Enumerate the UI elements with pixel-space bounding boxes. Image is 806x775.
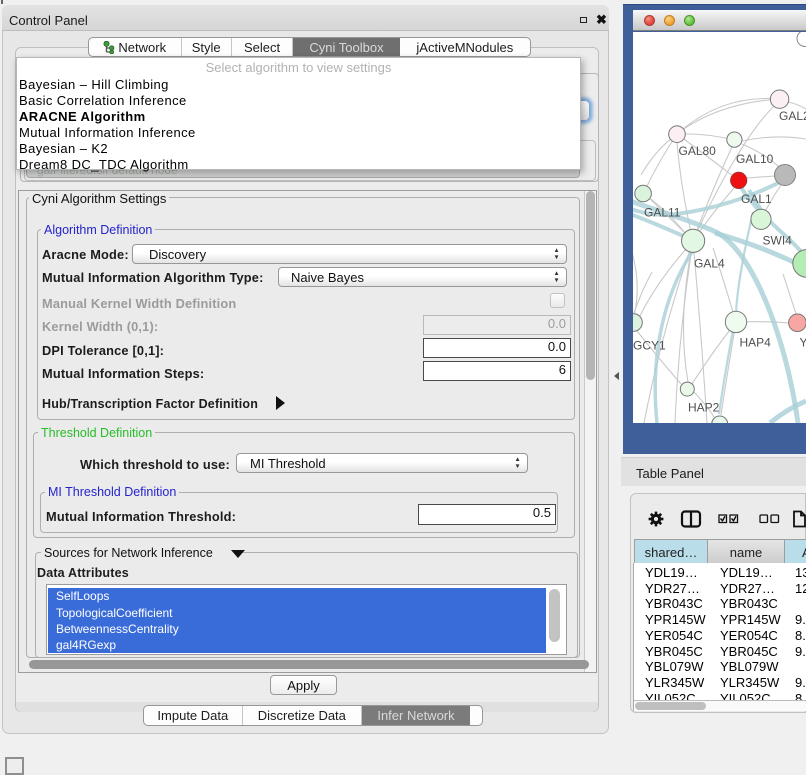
svg-text:SWI4: SWI4 bbox=[763, 234, 793, 248]
svg-text:GAL2: GAL2 bbox=[779, 109, 806, 123]
svg-text:GAL11: GAL11 bbox=[644, 206, 681, 220]
svg-text:GAL80: GAL80 bbox=[679, 144, 717, 158]
svg-text:HAP4: HAP4 bbox=[740, 336, 772, 350]
svg-text:GAL10: GAL10 bbox=[736, 152, 774, 166]
svg-text:YM: YM bbox=[800, 336, 806, 350]
svg-text:GAL4: GAL4 bbox=[694, 257, 725, 271]
svg-text:GCY1: GCY1 bbox=[633, 339, 666, 353]
svg-text:HAP2: HAP2 bbox=[688, 401, 720, 415]
svg-text:GAL1: GAL1 bbox=[741, 192, 772, 206]
